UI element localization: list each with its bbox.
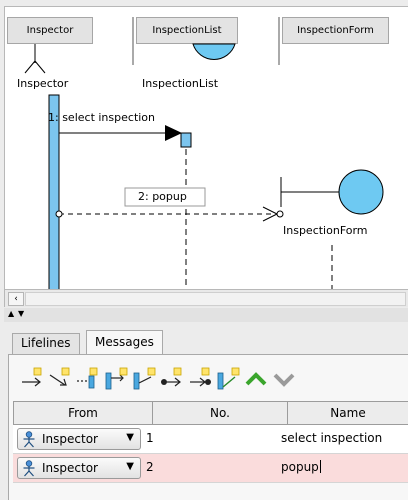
inspection-list-activation[interactable]: [180, 132, 192, 148]
scroll-left-button[interactable]: ‹: [8, 292, 24, 306]
lifeline-label-inspection-form: InspectionForm: [283, 224, 368, 237]
table-row[interactable]: Inspector ▼ 2 popup: [13, 454, 408, 483]
add-create-message-icon[interactable]: [75, 365, 101, 393]
actor-icon: [23, 431, 35, 448]
table-row[interactable]: Inspector ▼ 1 select inspection: [13, 425, 408, 454]
message-name-input[interactable]: popup: [281, 460, 319, 474]
chevron-down-icon[interactable]: ▼: [126, 432, 134, 443]
add-lost-message-icon[interactable]: [159, 365, 185, 393]
message-1-label[interactable]: 1: select inspection: [48, 111, 155, 124]
message-name[interactable]: select inspection: [281, 431, 382, 445]
add-return-message-icon[interactable]: [103, 365, 129, 393]
panel-splitter[interactable]: ▲ ▼: [4, 308, 408, 322]
column-header-name[interactable]: Name: [287, 401, 408, 425]
message-1-arrow[interactable]: [59, 125, 182, 141]
message-2-arrow[interactable]: [55, 206, 284, 222]
column-header-from[interactable]: From: [13, 401, 153, 425]
message-2-label[interactable]: 2: popup: [138, 190, 187, 203]
lifeline-label-inspector: Inspector: [17, 77, 69, 90]
messages-panel: From No. Name Inspector ▼ 1 select inspe…: [8, 354, 408, 500]
entity-inspection-list-icon[interactable]: [192, 43, 236, 60]
messages-toolbar: [15, 361, 408, 399]
from-lifeline-value: Inspector: [42, 461, 98, 475]
message-number[interactable]: 2: [146, 460, 154, 474]
scroll-track[interactable]: [25, 292, 406, 306]
add-duration-message-icon[interactable]: [215, 365, 241, 393]
lifeline-label-inspection-list: InspectionList: [142, 77, 219, 90]
text-cursor: [319, 460, 321, 473]
column-header-no[interactable]: No.: [152, 401, 288, 425]
message-name-editor[interactable]: popup: [281, 460, 321, 474]
add-found-message-icon[interactable]: [187, 365, 213, 393]
bottom-tab-bar: Lifelines Messages: [8, 322, 408, 354]
actor-inspector-icon[interactable]: [24, 44, 46, 74]
sequence-diagram-canvas[interactable]: Inspector InspectionList InspectionForm: [4, 6, 408, 289]
diagram-drawing: [24, 17, 384, 289]
tab-lifelines[interactable]: Lifelines: [12, 333, 80, 354]
from-lifeline-select[interactable]: Inspector ▼: [17, 428, 141, 450]
add-self-message-icon[interactable]: [47, 365, 73, 393]
collapse-down-icon[interactable]: ▼: [18, 309, 24, 319]
diagram-horizontal-scrollbar[interactable]: ‹: [4, 289, 408, 307]
add-reply-message-icon[interactable]: [131, 365, 157, 393]
from-lifeline-value: Inspector: [42, 432, 98, 446]
tab-messages[interactable]: Messages: [86, 330, 163, 354]
inspector-activation-bar[interactable]: [48, 94, 60, 289]
move-down-icon[interactable]: [271, 365, 297, 393]
add-message-icon[interactable]: [19, 365, 45, 393]
from-lifeline-select[interactable]: Inspector ▼: [17, 457, 141, 479]
message-number[interactable]: 1: [146, 431, 154, 445]
collapse-up-icon[interactable]: ▲: [8, 309, 14, 319]
chevron-down-icon[interactable]: ▼: [126, 461, 134, 472]
actor-icon: [23, 460, 35, 477]
boundary-inspection-form-icon[interactable]: [280, 169, 384, 215]
move-up-icon[interactable]: [243, 365, 269, 393]
